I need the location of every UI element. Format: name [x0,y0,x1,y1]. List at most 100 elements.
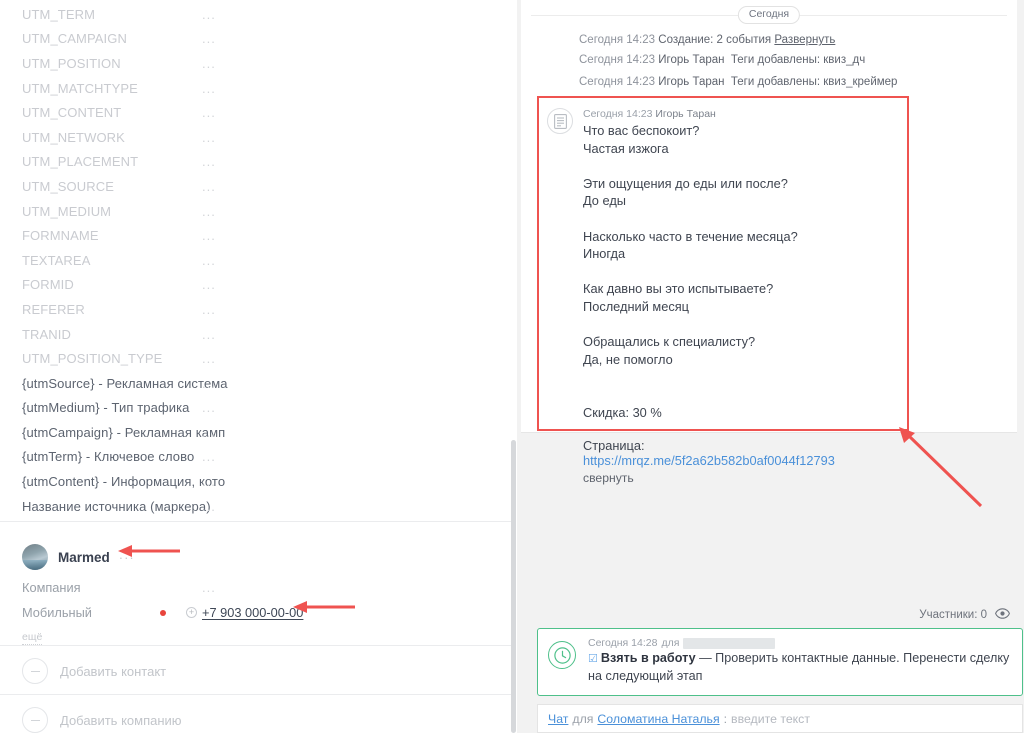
field-value[interactable]: ... [202,106,216,119]
chat-recipient-link[interactable]: Соломатина Наталья [597,712,719,726]
field-row[interactable]: UTM_CAMPAIGN... [0,27,511,52]
chat-for-label: для [572,712,593,726]
field-row[interactable]: UTM_MEDIUM... [0,199,511,224]
divider [0,694,511,695]
field-row[interactable]: REFERER... [0,297,511,322]
field-value[interactable]: ... [202,254,216,267]
phone-label: Мобильный [22,605,92,620]
expand-link[interactable]: Развернуть [774,34,835,46]
field-row[interactable]: {utmMedium} - Тип трафика... [0,396,511,421]
field-row[interactable]: TRANID... [0,322,511,347]
contact-header[interactable]: Marmed ··· [0,521,511,575]
collapse-link[interactable]: свернуть [583,471,899,485]
field-value[interactable]: ... [202,180,216,193]
app-screen: UTM_TERM...UTM_CAMPAIGN...UTM_POSITION..… [0,0,1024,733]
participants-label: Участники: 0 [919,609,987,621]
field-label: UTM_CAMPAIGN [22,31,127,46]
field-row[interactable]: UTM_NETWORK... [0,125,511,150]
eye-icon[interactable] [995,606,1010,624]
field-value[interactable]: ... [202,450,216,463]
field-value[interactable]: ... [202,377,216,390]
add-contact-button[interactable]: Добавить контакт [0,647,511,695]
contact-phone-row[interactable]: Мобильный + +7 903 000-00-00 [0,600,511,625]
field-value[interactable]: ... [202,475,216,488]
field-label: UTM_MATCHTYPE [22,81,138,96]
field-value[interactable]: ... [202,229,216,242]
page-label: Страница: [583,438,645,453]
field-value[interactable]: ... [202,278,216,291]
company-value[interactable]: ... [202,580,216,595]
field-label: FORMNAME [22,228,99,243]
field-row[interactable]: UTM_POSITION... [0,51,511,76]
company-label: Компания [22,580,81,595]
field-value[interactable]: ... [202,155,216,168]
add-company-label: Добавить компанию [60,713,182,728]
log-time: Сегодня 14:23 [579,54,655,66]
message-time: Сегодня 14:23 [583,108,652,120]
field-value[interactable]: ... [202,82,216,95]
field-label: {utmSource} - Рекламная система [22,376,228,391]
field-value[interactable]: ... [202,57,216,70]
show-more-link[interactable]: ещё [22,631,42,645]
log-text: Создание: 2 события [658,34,771,46]
field-row[interactable]: {utmCampaign} - Рекламная камп... [0,420,511,445]
field-label: UTM_POSITION [22,56,121,71]
contact-name[interactable]: Marmed [58,550,110,565]
field-row[interactable]: Название источника (маркера)... [0,494,511,519]
add-company-button[interactable]: Добавить компанию [0,696,511,733]
log-text: Теги добавлены: квиз_креймер [731,76,898,88]
log-entry: Сегодня 14:23 Игорь Таран Теги добавлены… [579,76,897,88]
field-row[interactable]: FORMNAME... [0,223,511,248]
field-row[interactable]: FORMID... [0,273,511,298]
divider [0,645,511,646]
log-text: Теги добавлены: квиз_дч [731,54,865,66]
field-row[interactable]: UTM_CONTENT... [0,100,511,125]
field-row[interactable]: {utmContent} - Информация, кото... [0,469,511,494]
field-value[interactable]: ... [202,426,216,439]
field-value[interactable]: ... [202,8,216,21]
task-meta: Сегодня 14:28 для [588,637,1012,649]
task-card[interactable]: Сегодня 14:28 для ☑Взять в работу — Пров… [537,628,1023,696]
field-row[interactable]: UTM_TERM... [0,2,511,27]
contact-more-icon[interactable]: ··· [119,551,135,564]
field-value[interactable]: ... [202,500,216,513]
add-contact-label: Добавить контакт [60,664,166,679]
contact-company-row[interactable]: Компания ... [0,575,511,600]
page-url-link[interactable]: https://mrqz.me/5f2a62b582b0af0044f12793 [583,453,835,468]
participants-row[interactable]: Участники: 0 [919,606,1010,624]
field-value[interactable]: ... [202,32,216,45]
day-chip: Сегодня [738,6,800,24]
chat-colon: : [724,712,727,726]
log-author: Игорь Таран [658,76,724,88]
task-text: ☑Взять в работу — Проверить контактные д… [588,650,1012,685]
field-value[interactable]: ... [202,205,216,218]
field-row[interactable]: UTM_SOURCE... [0,174,511,199]
chat-placeholder: введите текст [731,712,810,726]
field-row[interactable]: UTM_PLACEMENT... [0,150,511,175]
log-time: Сегодня 14:23 [579,34,655,46]
field-value[interactable]: ... [202,352,216,365]
field-row[interactable]: {utmTerm} - Ключевое слово... [0,445,511,470]
field-row[interactable]: UTM_POSITION_TYPE... [0,346,511,371]
field-row[interactable]: TEXTAREA... [0,248,511,273]
add-phone-icon[interactable]: + [186,607,197,618]
chat-mode-link[interactable]: Чат [548,712,568,726]
sidebar-scrollbar[interactable] [511,440,516,733]
document-icon [547,108,573,134]
field-value[interactable]: ... [202,303,216,316]
field-value[interactable]: ... [202,131,216,144]
field-value[interactable]: ... [202,328,216,341]
field-label: UTM_PLACEMENT [22,154,138,169]
phone-value-link[interactable]: +7 903 000-00-00 [202,605,303,620]
message-author: Игорь Таран [655,108,715,120]
highlighted-message-card[interactable]: Сегодня 14:23 Игорь Таран Что вас беспок… [537,96,909,431]
field-row[interactable]: {utmSource} - Рекламная система... [0,371,511,396]
field-value[interactable]: ... [202,401,216,414]
minus-circle-icon [22,658,48,684]
message-meta: Сегодня 14:23 Игорь Таран [583,108,899,120]
message-body: Что вас беспокоит? Частая изжога Эти ощу… [583,122,899,421]
chat-input[interactable]: Чат для Соломатина Наталья: введите текс… [537,704,1023,733]
minus-circle-icon [22,707,48,733]
task-action-label[interactable]: Взять в работу [601,651,696,665]
field-row[interactable]: UTM_MATCHTYPE... [0,76,511,101]
